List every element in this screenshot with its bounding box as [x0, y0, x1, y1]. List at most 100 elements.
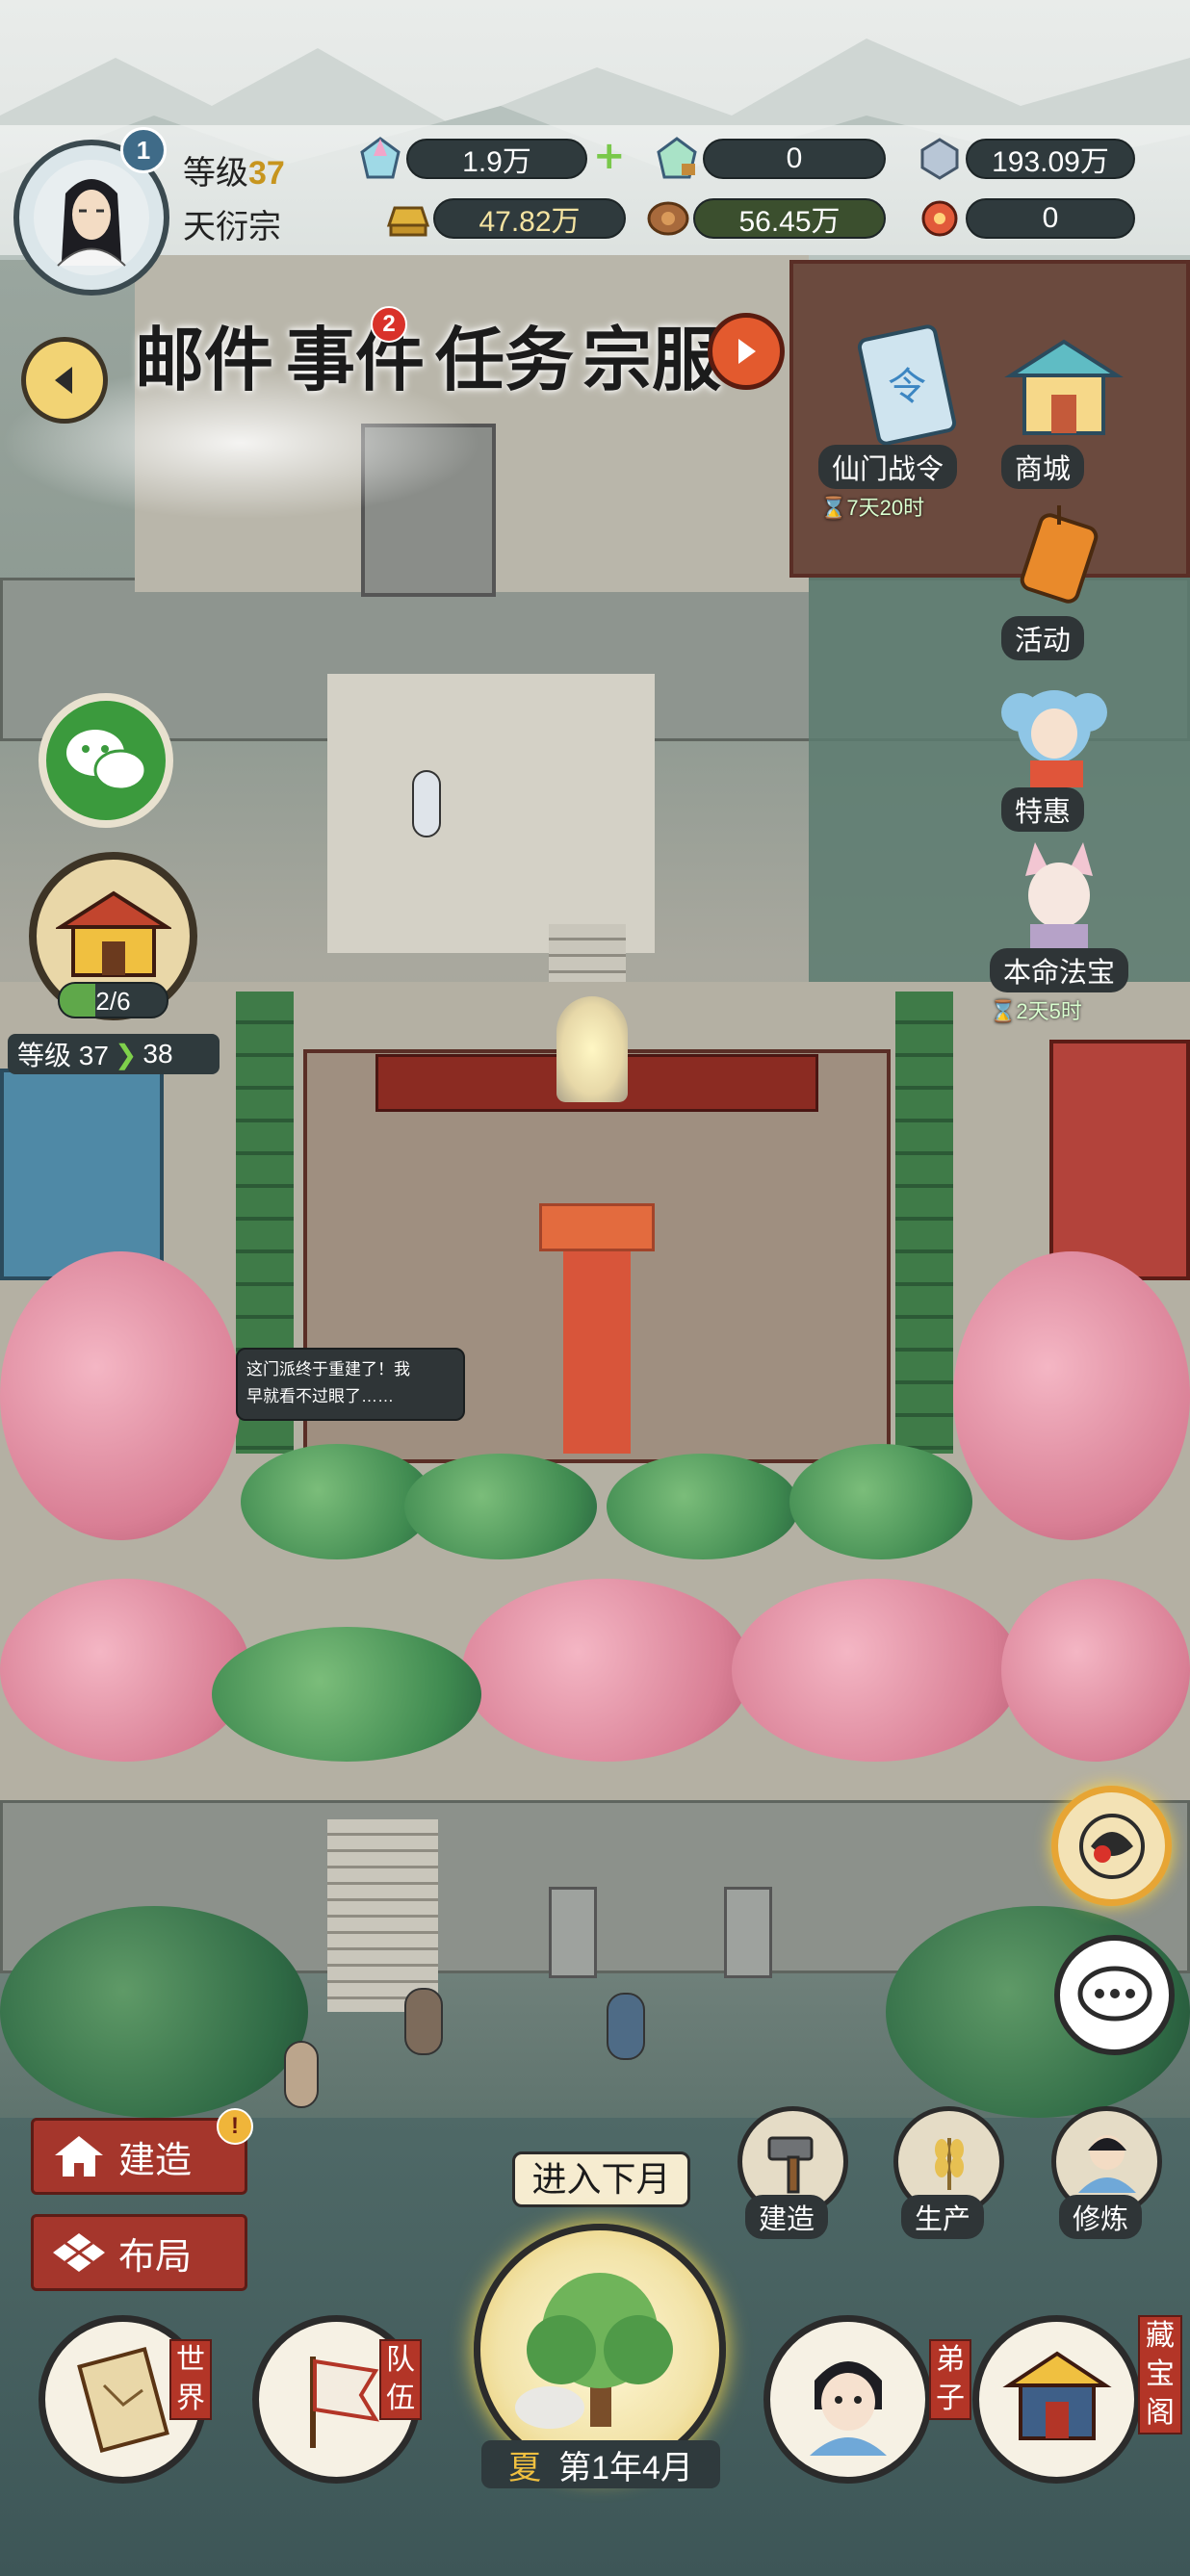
cherry-tree — [953, 1251, 1190, 1540]
crystal-icon — [920, 138, 959, 180]
red-bird-icon — [1078, 1813, 1145, 1879]
cherry-tree — [0, 1251, 241, 1540]
fox-character-icon — [1025, 842, 1093, 951]
resource-value: 0 — [786, 142, 803, 174]
center-path — [327, 674, 655, 953]
resource-spirit-stone[interactable]: 1.9万 + — [358, 137, 635, 181]
resource-value: 56.45万 — [738, 206, 841, 238]
artifact-timer: ⌛2天5时 — [990, 999, 1082, 1023]
cherry-tree — [462, 1579, 751, 1762]
artifact-label: 本命法宝 — [990, 948, 1129, 992]
layout-mode-label: 布局 — [118, 2236, 193, 2278]
chat-bubble-icon — [1077, 1966, 1151, 2021]
altar[interactable] — [539, 1203, 655, 1251]
sect-master-statue[interactable] — [556, 996, 628, 1102]
resource-value: 1.9万 — [462, 146, 531, 178]
tasks-button[interactable]: 任务 — [435, 303, 574, 404]
stone-pillar — [549, 1887, 597, 1978]
pine-tree — [212, 1627, 481, 1762]
events-badge: 2 — [371, 306, 407, 343]
girl-character-icon — [1001, 690, 1107, 787]
treasure-nav-label: 藏宝阁 — [1138, 2315, 1182, 2434]
wheat-icon — [934, 2137, 964, 2190]
svg-text:令: 令 — [888, 365, 926, 409]
resource-crystal[interactable]: 193.09万 — [918, 137, 1187, 181]
pill-icon — [921, 200, 958, 237]
activity-button[interactable] — [1006, 501, 1112, 606]
cultivate-action-label: 修炼 — [1059, 2195, 1143, 2239]
tree-icon — [515, 2273, 673, 2429]
right-side-building[interactable] — [1049, 1040, 1190, 1280]
rainbow-gem-icon — [360, 137, 401, 179]
meditating-character-icon — [1077, 2134, 1136, 2193]
level-to: 38 — [142, 1039, 173, 1069]
build-mode-label: 建造 — [118, 2140, 193, 2181]
layout-mode-button[interactable]: 布局 — [31, 2214, 247, 2291]
expand-menu-button[interactable] — [708, 313, 785, 390]
hourglass-icon: ⌛ — [990, 999, 1017, 1023]
building-progress-bar: 2/6 — [58, 982, 168, 1018]
disciple-nav-label: 弟子 — [929, 2339, 971, 2420]
map-scroll-icon — [76, 2346, 169, 2453]
battle-pass-label: 仙门战令 — [818, 445, 958, 489]
build-mode-button[interactable]: 建造 — [31, 2118, 247, 2195]
chat-button[interactable] — [1054, 1935, 1175, 2055]
lantern-icon — [1020, 505, 1099, 604]
left-building[interactable] — [0, 1069, 164, 1280]
resource-locked-spirit-stone[interactable]: 0 — [655, 137, 890, 181]
build-alert-badge: ! — [217, 2108, 253, 2145]
npc-disciple[interactable] — [404, 1988, 443, 2055]
grid-tiles-icon — [53, 2233, 105, 2272]
mail-button[interactable]: 邮件 — [135, 303, 273, 404]
npc-disciple[interactable] — [412, 770, 441, 837]
arrow-right-icon: ❯ — [114, 1039, 138, 1069]
disciple-nav-button[interactable] — [763, 2315, 932, 2484]
sect-name: 天衍宗 — [183, 209, 281, 245]
speech-line: 早就看不过眼了…… — [246, 1387, 394, 1405]
arrow-left-icon — [55, 367, 72, 394]
speech-line: 这门派终于重建了！我 — [246, 1360, 410, 1378]
battle-pass-timer: ⌛7天20时 — [820, 496, 925, 520]
special-offer-label: 特惠 — [1001, 787, 1085, 832]
disciple-character-icon — [809, 2360, 887, 2456]
npc-disciple[interactable] — [284, 2041, 319, 2108]
shop-button[interactable] — [1001, 332, 1126, 448]
next-month-button[interactable]: 进入下月 — [512, 2151, 690, 2207]
pine-tree — [789, 1444, 972, 1559]
level-value: 37 — [248, 155, 285, 192]
pine-tree — [607, 1454, 799, 1559]
hourglass-icon: ⌛ — [820, 496, 847, 520]
bamboo-right — [895, 992, 953, 1454]
season-label: 夏 — [508, 2449, 542, 2486]
resource-pill[interactable]: 0 — [918, 196, 1187, 241]
date-display: 夏 第1年4月 — [481, 2440, 720, 2488]
arrow-right-icon — [738, 339, 756, 364]
resource-gold[interactable]: 47.82万 — [385, 196, 626, 241]
build-action-label: 建造 — [745, 2195, 829, 2239]
resource-wood[interactable]: 56.45万 — [645, 196, 890, 241]
special-offer-button[interactable] — [992, 674, 1117, 789]
add-spirit-stone-icon[interactable]: + — [593, 137, 626, 175]
treasure-nav-button[interactable] — [972, 2315, 1141, 2484]
collapse-menu-button[interactable] — [21, 337, 108, 424]
artifact-button[interactable] — [1001, 837, 1117, 953]
level-from: 等级 37 — [17, 1041, 109, 1070]
pagoda-icon — [1001, 2351, 1112, 2440]
wechat-button[interactable] — [39, 693, 173, 828]
resource-value: 47.82万 — [479, 206, 581, 238]
time-tree-button[interactable] — [474, 2224, 726, 2476]
cherry-tree — [732, 1579, 1021, 1762]
scroll-token-icon: 令 — [857, 324, 957, 446]
cherry-tree — [0, 1579, 250, 1762]
resource-value: 0 — [1042, 202, 1059, 234]
battle-pass-button[interactable]: 令 — [828, 322, 992, 457]
event-bird-button[interactable] — [1051, 1786, 1172, 1906]
world-nav-label: 世界 — [169, 2339, 212, 2420]
npc-disciple[interactable] — [607, 1993, 645, 2060]
activity-label: 活动 — [1001, 616, 1085, 660]
wood-log-icon — [647, 201, 689, 236]
pine-tree — [404, 1454, 597, 1559]
building-progress-text: 2/6 — [95, 987, 131, 1016]
player-level: 等级37 — [183, 146, 285, 193]
clothing-button[interactable]: 宗服 — [582, 303, 721, 404]
